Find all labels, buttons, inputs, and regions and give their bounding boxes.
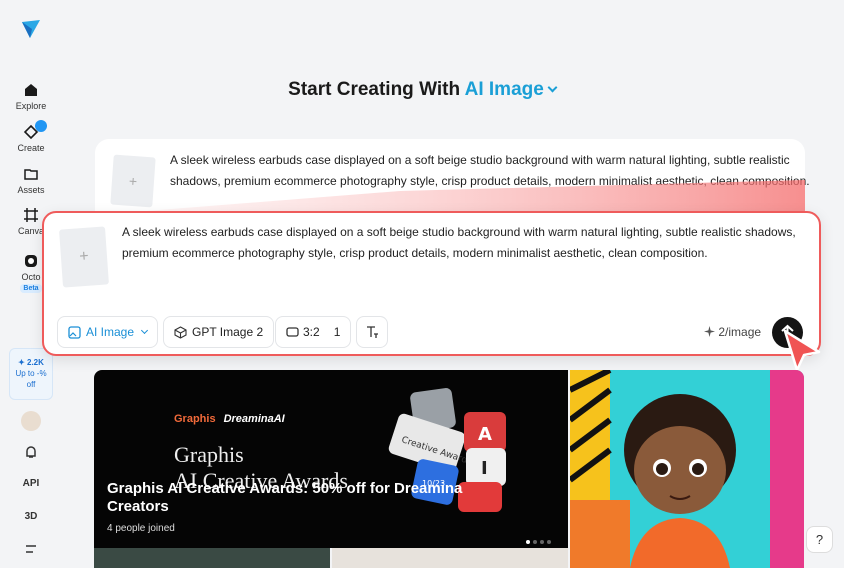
gallery-image-interior[interactable] [332, 548, 568, 568]
sidebar-item-label: Explore [15, 101, 47, 111]
banner-heading-line1: Graphis [174, 442, 244, 467]
active-check-icon [35, 120, 47, 132]
chevron-down-icon [547, 82, 558, 93]
app-logo-icon[interactable] [20, 18, 42, 40]
banner-title: Graphis AI Creative Awards: 50% off for … [107, 480, 463, 515]
ratio-count-selector[interactable]: 3:2 1 [275, 316, 352, 348]
sidebar-item-create[interactable]: Create [0, 120, 62, 153]
dreamina-logo: DreaminaAI [223, 413, 285, 425]
canvas-icon [24, 208, 38, 222]
mode-label: AI Image [86, 325, 135, 339]
gallery-image-peacock[interactable] [94, 548, 330, 568]
chevron-down-icon [140, 326, 149, 335]
image-icon [68, 325, 81, 339]
plus-icon: + [128, 172, 138, 190]
avatar[interactable] [21, 411, 41, 431]
sidebar-item-label: Assets [17, 185, 45, 195]
credits-amount: ✦ 2.2K [18, 358, 44, 367]
keycap-a: A [478, 424, 492, 445]
model-selector[interactable]: AI Image [464, 79, 558, 100]
page-title: Start Creating With AI Image [0, 79, 844, 101]
reference-image-slot[interactable]: + [110, 154, 156, 208]
carousel-dots[interactable] [526, 531, 554, 548]
octo-icon [25, 255, 37, 267]
page-title-prefix: Start Creating With [288, 79, 461, 100]
help-button[interactable]: ? [806, 526, 833, 553]
gallery-banner[interactable]: Graphis DreaminaAI Graphis AI Creative Aw… [94, 370, 568, 548]
model-dropdown[interactable]: GPT Image 2 [163, 316, 275, 348]
mouse-cursor-icon [783, 329, 821, 372]
model-label: GPT Image 2 [192, 325, 264, 339]
gallery-image-character[interactable] [570, 370, 804, 568]
banner-brand: Graphis DreaminaAI [174, 413, 285, 425]
api-link[interactable]: API [21, 478, 41, 489]
prompt-text-background: A sleek wireless earbuds case displayed … [170, 153, 810, 188]
aspect-ratio-icon [286, 327, 299, 337]
menu-icon[interactable] [21, 543, 41, 555]
reference-image-slot[interactable]: + [59, 226, 109, 288]
folder-icon [24, 169, 38, 180]
cost-indicator: 2/image [704, 325, 761, 339]
cube-icon [174, 325, 187, 339]
model-selector-label: AI Image [464, 79, 544, 100]
text-style-button[interactable] [356, 316, 388, 348]
credits-promo-suffix: off [26, 380, 36, 389]
credits-box[interactable]: ✦ 2.2K Up to -% off [9, 348, 53, 400]
mode-dropdown[interactable]: AI Image [57, 316, 159, 348]
sidebar-item-label: Create [17, 143, 45, 153]
count-label: 1 [333, 325, 341, 339]
credits-promo: Up to -% [15, 369, 47, 378]
text-format-icon [367, 326, 378, 338]
beta-badge: Beta [20, 284, 42, 293]
keycap-i: I [481, 458, 488, 479]
graphis-logo: Graphis [174, 413, 216, 425]
bell-icon[interactable] [21, 444, 41, 460]
sparkle-icon [704, 326, 715, 337]
character-illustration [570, 370, 804, 568]
plus-icon: + [78, 247, 90, 266]
ratio-label: 3:2 [303, 325, 320, 339]
help-icon: ? [815, 532, 824, 547]
banner-participants: 4 people joined [107, 523, 175, 534]
sidebar-item-assets[interactable]: Assets [0, 166, 62, 195]
prompt-input[interactable]: A sleek wireless earbuds case displayed … [122, 222, 807, 264]
3d-link[interactable]: 3D [21, 511, 41, 522]
cost-label: 2/image [718, 325, 762, 339]
